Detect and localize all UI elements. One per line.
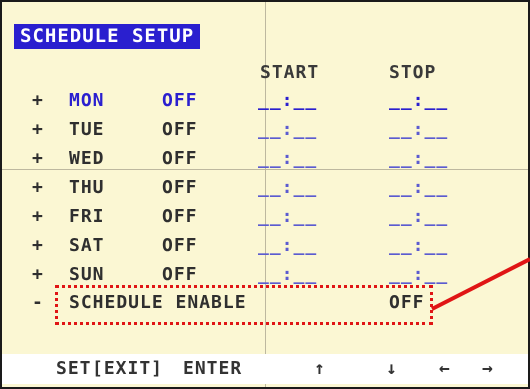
day-label: FRI: [69, 206, 105, 227]
column-header-start: START: [260, 62, 320, 83]
schedule-row[interactable]: + SAT OFF __:__ __:__: [2, 235, 528, 263]
start-time-field[interactable]: __:__: [258, 119, 317, 140]
row-marker: +: [32, 119, 44, 140]
footer-enter-label[interactable]: ENTER: [183, 358, 242, 379]
day-state[interactable]: OFF: [162, 206, 198, 227]
day-label: SAT: [69, 235, 105, 256]
day-state[interactable]: OFF: [162, 235, 198, 256]
day-state[interactable]: OFF: [162, 264, 198, 285]
schedule-row[interactable]: + MON OFF __:__ __:__: [2, 90, 528, 118]
schedule-row[interactable]: + FRI OFF __:__ __:__: [2, 206, 528, 234]
row-marker: +: [32, 177, 44, 198]
day-state[interactable]: OFF: [162, 177, 198, 198]
stop-time-field[interactable]: __:__: [389, 264, 448, 285]
day-label: MON: [69, 90, 105, 111]
footer-set-label[interactable]: SET: [56, 358, 92, 379]
day-state[interactable]: OFF: [162, 90, 198, 111]
day-label: WED: [69, 148, 105, 169]
row-marker: +: [32, 90, 44, 111]
arrow-up-icon[interactable]: ↑: [314, 358, 326, 379]
day-state[interactable]: OFF: [162, 148, 198, 169]
arrow-down-icon[interactable]: ↓: [386, 358, 398, 379]
schedule-row[interactable]: + TUE OFF __:__ __:__: [2, 119, 528, 147]
stop-time-field[interactable]: __:__: [389, 206, 448, 227]
page-title: SCHEDULE SETUP: [14, 24, 201, 49]
start-time-field[interactable]: __:__: [258, 148, 317, 169]
schedule-row[interactable]: + THU OFF __:__ __:__: [2, 177, 528, 205]
stop-time-field[interactable]: __:__: [389, 177, 448, 198]
footer-bar: SET [EXIT] ENTER ↑ ↓ ← →: [2, 354, 528, 384]
day-label: TUE: [69, 119, 105, 140]
day-label: SUN: [69, 264, 105, 285]
footer-exit-label[interactable]: [EXIT]: [92, 358, 163, 379]
day-label: THU: [69, 177, 105, 198]
stop-time-field[interactable]: __:__: [389, 119, 448, 140]
arrow-right-icon[interactable]: →: [482, 358, 494, 379]
start-time-field[interactable]: __:__: [258, 177, 317, 198]
row-marker: +: [32, 264, 44, 285]
start-time-field[interactable]: __:__: [258, 235, 317, 256]
column-header-stop: STOP: [389, 62, 437, 83]
day-state[interactable]: OFF: [162, 119, 198, 140]
stop-time-field[interactable]: __:__: [389, 148, 448, 169]
schedule-enable-marker: -: [32, 292, 44, 313]
stop-time-field[interactable]: __:__: [389, 235, 448, 256]
arrow-left-icon[interactable]: ←: [439, 358, 451, 379]
start-time-field[interactable]: __:__: [258, 90, 317, 111]
stop-time-field[interactable]: __:__: [389, 90, 448, 111]
row-marker: +: [32, 148, 44, 169]
schedule-row[interactable]: + WED OFF __:__ __:__: [2, 148, 528, 176]
start-time-field[interactable]: __:__: [258, 206, 317, 227]
highlight-box: [55, 285, 433, 325]
row-marker: +: [32, 206, 44, 227]
row-marker: +: [32, 235, 44, 256]
schedule-setup-screen: SCHEDULE SETUP START STOP + MON OFF __:__ __…: [0, 0, 530, 389]
start-time-field[interactable]: __:__: [258, 264, 317, 285]
